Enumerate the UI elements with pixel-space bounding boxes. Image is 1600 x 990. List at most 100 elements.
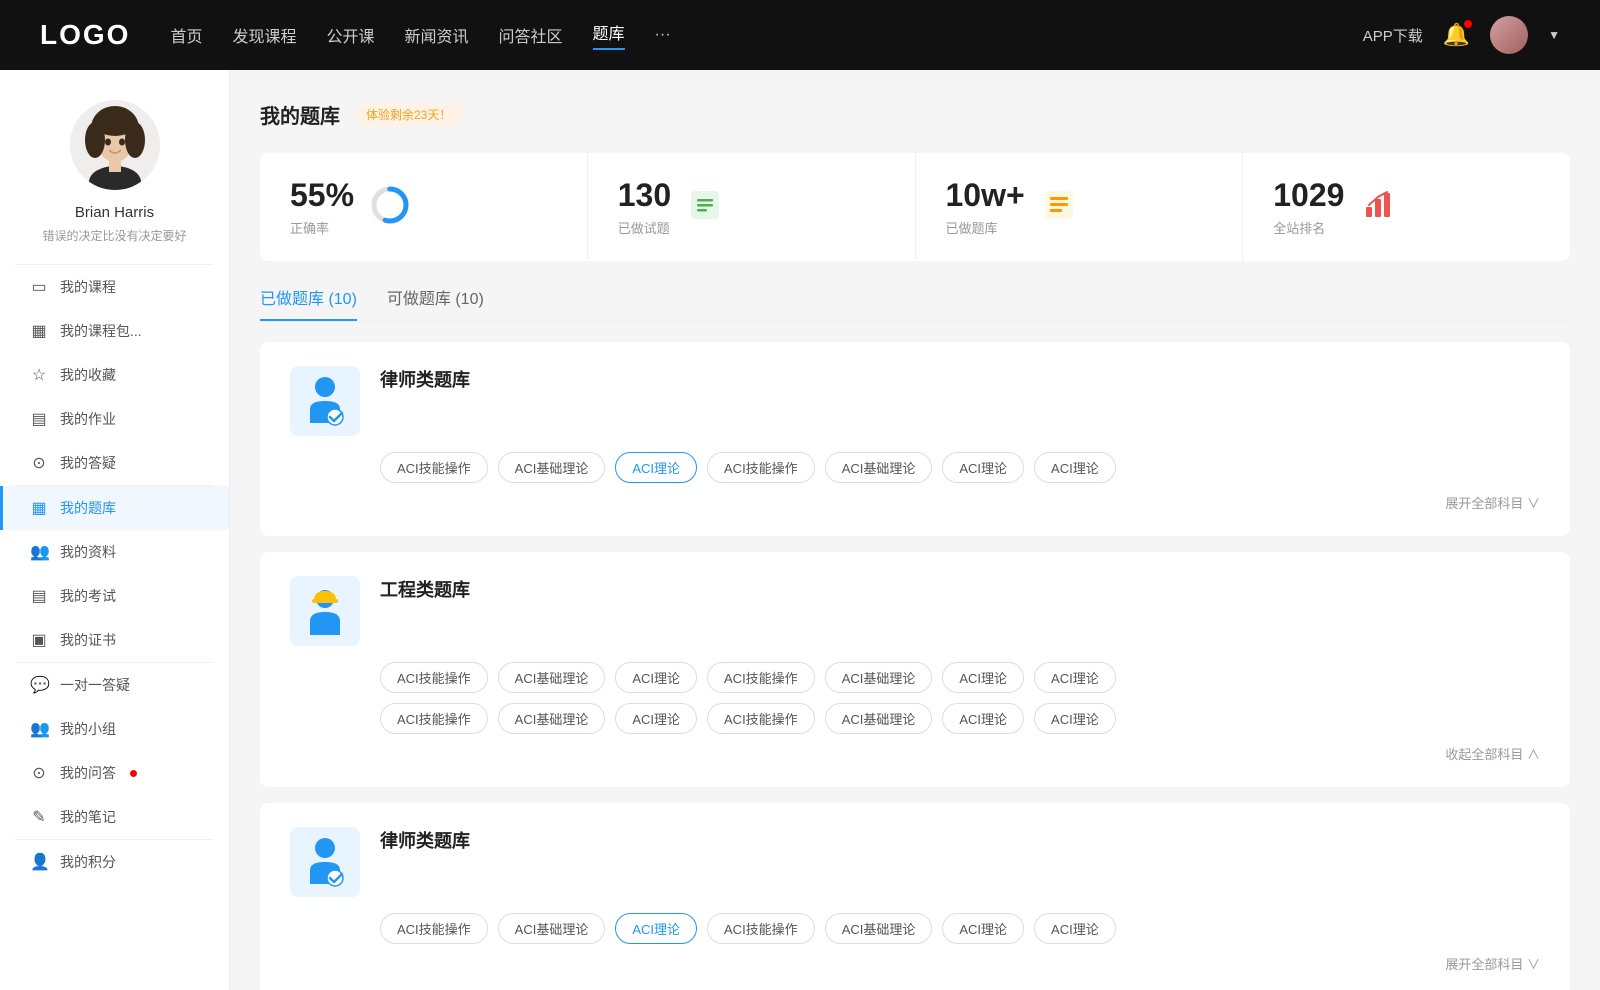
qbank-tag[interactable]: ACI基础理论 bbox=[825, 913, 933, 944]
done-questions-icon bbox=[687, 187, 723, 228]
nav-discover[interactable]: 发现课程 bbox=[232, 23, 296, 47]
qbank-tag[interactable]: ACI基础理论 bbox=[825, 452, 933, 483]
sidebar-item-1on1[interactable]: 💬 一对一答疑 bbox=[0, 663, 229, 707]
sidebar-item-qbank[interactable]: ▦ 我的题库 bbox=[0, 486, 229, 530]
qbank-tag[interactable]: ACI技能操作 bbox=[707, 662, 815, 693]
sidebar-item-course-package[interactable]: ▦ 我的课程包... bbox=[0, 309, 229, 353]
sidebar-item-label: 我的作业 bbox=[60, 409, 116, 429]
navbar: LOGO 首页 发现课程 公开课 新闻资讯 问答社区 题库 ··· APP下载 … bbox=[0, 0, 1600, 70]
sidebar-item-favorites[interactable]: ☆ 我的收藏 bbox=[0, 353, 229, 397]
sidebar-item-group[interactable]: 👥 我的小组 bbox=[0, 707, 229, 751]
qbank-lawyer-2-tags: ACI技能操作 ACI基础理论 ACI理论 ACI技能操作 ACI基础理论 AC… bbox=[380, 913, 1540, 944]
avatar bbox=[70, 100, 160, 190]
sidebar-item-label: 我的题库 bbox=[60, 498, 116, 518]
page-layout: Brian Harris 错误的决定比没有决定要好 ▭ 我的课程 ▦ 我的课程包… bbox=[0, 70, 1600, 990]
stat-accuracy-number: 55% bbox=[290, 177, 354, 214]
sidebar-item-notes[interactable]: ✎ 我的笔记 bbox=[0, 795, 229, 839]
qbank-tag[interactable]: ACI理论 bbox=[942, 452, 1024, 483]
nav-opencourse[interactable]: 公开课 bbox=[326, 23, 374, 47]
qbank-lawyer-tags: ACI技能操作 ACI基础理论 ACI理论 ACI技能操作 ACI基础理论 AC… bbox=[380, 452, 1540, 483]
nav-qbank[interactable]: 题库 bbox=[593, 20, 625, 50]
qbank-tag[interactable]: ACI技能操作 bbox=[380, 913, 488, 944]
qbank-lawyer-2-icon bbox=[290, 827, 360, 897]
qbank-tag[interactable]: ACI基础理论 bbox=[498, 913, 606, 944]
sidebar-item-label: 我的收藏 bbox=[60, 365, 116, 385]
tab-available-banks[interactable]: 可做题库 (10) bbox=[387, 285, 484, 321]
group-icon: 👥 bbox=[30, 719, 48, 739]
qbank-tag[interactable]: ACI技能操作 bbox=[380, 452, 488, 483]
sidebar-profile: Brian Harris 错误的决定比没有决定要好 bbox=[0, 70, 229, 264]
qbank-tag[interactable]: ACI基础理论 bbox=[498, 703, 606, 734]
qbank-footer: 展开全部科目 ∨ bbox=[290, 493, 1540, 512]
trial-badge: 体验剩余23天！ bbox=[354, 103, 463, 126]
expand-button-2[interactable]: 展开全部科目 ∨ bbox=[1445, 954, 1540, 973]
qbank-tag[interactable]: ACI理论 bbox=[1034, 452, 1116, 483]
qbank-tag[interactable]: ACI基础理论 bbox=[825, 662, 933, 693]
qbank-tag[interactable]: ACI基础理论 bbox=[498, 452, 606, 483]
qbank-footer: 收起全部科目 ∧ bbox=[290, 744, 1540, 763]
nav-home[interactable]: 首页 bbox=[170, 23, 202, 47]
tab-done-banks[interactable]: 已做题库 (10) bbox=[260, 285, 357, 321]
qbank-tag-active[interactable]: ACI理论 bbox=[615, 913, 697, 944]
nav-qa[interactable]: 问答社区 bbox=[499, 23, 563, 47]
qa-badge bbox=[130, 770, 137, 777]
sidebar-item-exam[interactable]: ▤ 我的考试 bbox=[0, 574, 229, 618]
sidebar-item-points[interactable]: 👤 我的积分 bbox=[0, 840, 229, 884]
myqa-icon: ⊙ bbox=[30, 763, 48, 783]
notification-bell[interactable]: 🔔 bbox=[1443, 22, 1470, 48]
stat-done-questions-label: 已做试题 bbox=[618, 218, 671, 237]
nav-news[interactable]: 新闻资讯 bbox=[405, 23, 469, 47]
sidebar-item-homework[interactable]: ▤ 我的作业 bbox=[0, 397, 229, 441]
sidebar-item-label: 我的笔记 bbox=[60, 807, 116, 827]
nav-more[interactable]: ··· bbox=[655, 26, 671, 44]
stat-done-banks-number: 10w+ bbox=[946, 177, 1025, 214]
sidebar-item-my-course[interactable]: ▭ 我的课程 bbox=[0, 265, 229, 309]
qbank-tag[interactable]: ACI理论 bbox=[942, 703, 1024, 734]
sidebar-username: Brian Harris bbox=[75, 204, 154, 221]
qbank-engineer-title: 工程类题库 bbox=[380, 576, 470, 602]
sidebar-motto: 错误的决定比没有决定要好 bbox=[42, 227, 186, 244]
qbank-tag[interactable]: ACI理论 bbox=[1034, 913, 1116, 944]
nav-links: 首页 发现课程 公开课 新闻资讯 问答社区 题库 ··· bbox=[170, 20, 1322, 50]
sidebar-item-myqa[interactable]: ⊙ 我的问答 bbox=[0, 751, 229, 795]
qbank-tag[interactable]: ACI理论 bbox=[615, 703, 697, 734]
qbank-tag[interactable]: ACI基础理论 bbox=[498, 662, 606, 693]
qbank-tag[interactable]: ACI技能操作 bbox=[707, 452, 815, 483]
stats-row: 55% 正确率 130 已做试题 bbox=[260, 153, 1570, 261]
user-menu-chevron[interactable]: ▼ bbox=[1548, 28, 1560, 42]
stat-done-questions: 130 已做试题 bbox=[588, 153, 916, 261]
stat-site-rank-number: 1029 bbox=[1273, 177, 1344, 214]
qbank-tag[interactable]: ACI理论 bbox=[1034, 662, 1116, 693]
qbank-lawyer-title: 律师类题库 bbox=[380, 366, 470, 392]
page-title-row: 我的题库 体验剩余23天！ bbox=[260, 100, 1570, 129]
qbank-tag[interactable]: ACI理论 bbox=[1034, 703, 1116, 734]
qbank-engineer-tags-row1: ACI技能操作 ACI基础理论 ACI理论 ACI技能操作 ACI基础理论 AC… bbox=[380, 662, 1540, 693]
tabs-row: 已做题库 (10) 可做题库 (10) bbox=[260, 285, 1570, 322]
qbank-tag[interactable]: ACI技能操作 bbox=[707, 913, 815, 944]
qbank-lawyer-icon bbox=[290, 366, 360, 436]
qbank-tag[interactable]: ACI技能操作 bbox=[380, 703, 488, 734]
sidebar-item-certificate[interactable]: ▣ 我的证书 bbox=[0, 618, 229, 662]
qbank-card-header: 律师类题库 bbox=[290, 366, 1540, 436]
stat-site-rank: 1029 全站排名 bbox=[1243, 153, 1570, 261]
stat-done-banks: 10w+ 已做题库 bbox=[916, 153, 1244, 261]
qbank-lawyer-2-title: 律师类题库 bbox=[380, 827, 470, 853]
qbank-tag[interactable]: ACI理论 bbox=[615, 662, 697, 693]
qbank-tag[interactable]: ACI理论 bbox=[942, 913, 1024, 944]
collapse-button[interactable]: 收起全部科目 ∧ bbox=[1445, 744, 1540, 763]
qbank-footer: 展开全部科目 ∨ bbox=[290, 954, 1540, 973]
logo: LOGO bbox=[40, 19, 130, 51]
qbank-tag[interactable]: ACI技能操作 bbox=[380, 662, 488, 693]
sidebar-item-profile[interactable]: 👥 我的资料 bbox=[0, 530, 229, 574]
qbank-tag-active[interactable]: ACI理论 bbox=[615, 452, 697, 483]
profile-icon: 👥 bbox=[30, 542, 48, 562]
avatar[interactable] bbox=[1490, 16, 1528, 54]
points-icon: 👤 bbox=[30, 852, 48, 872]
expand-button[interactable]: 展开全部科目 ∨ bbox=[1445, 493, 1540, 512]
app-download-button[interactable]: APP下载 bbox=[1363, 25, 1423, 46]
sidebar-item-ask[interactable]: ⊙ 我的答疑 bbox=[0, 441, 229, 485]
qbank-tag[interactable]: ACI基础理论 bbox=[825, 703, 933, 734]
main-content: 我的题库 体验剩余23天！ 55% 正确率 bbox=[230, 70, 1600, 990]
qbank-tag[interactable]: ACI理论 bbox=[942, 662, 1024, 693]
qbank-tag[interactable]: ACI技能操作 bbox=[707, 703, 815, 734]
